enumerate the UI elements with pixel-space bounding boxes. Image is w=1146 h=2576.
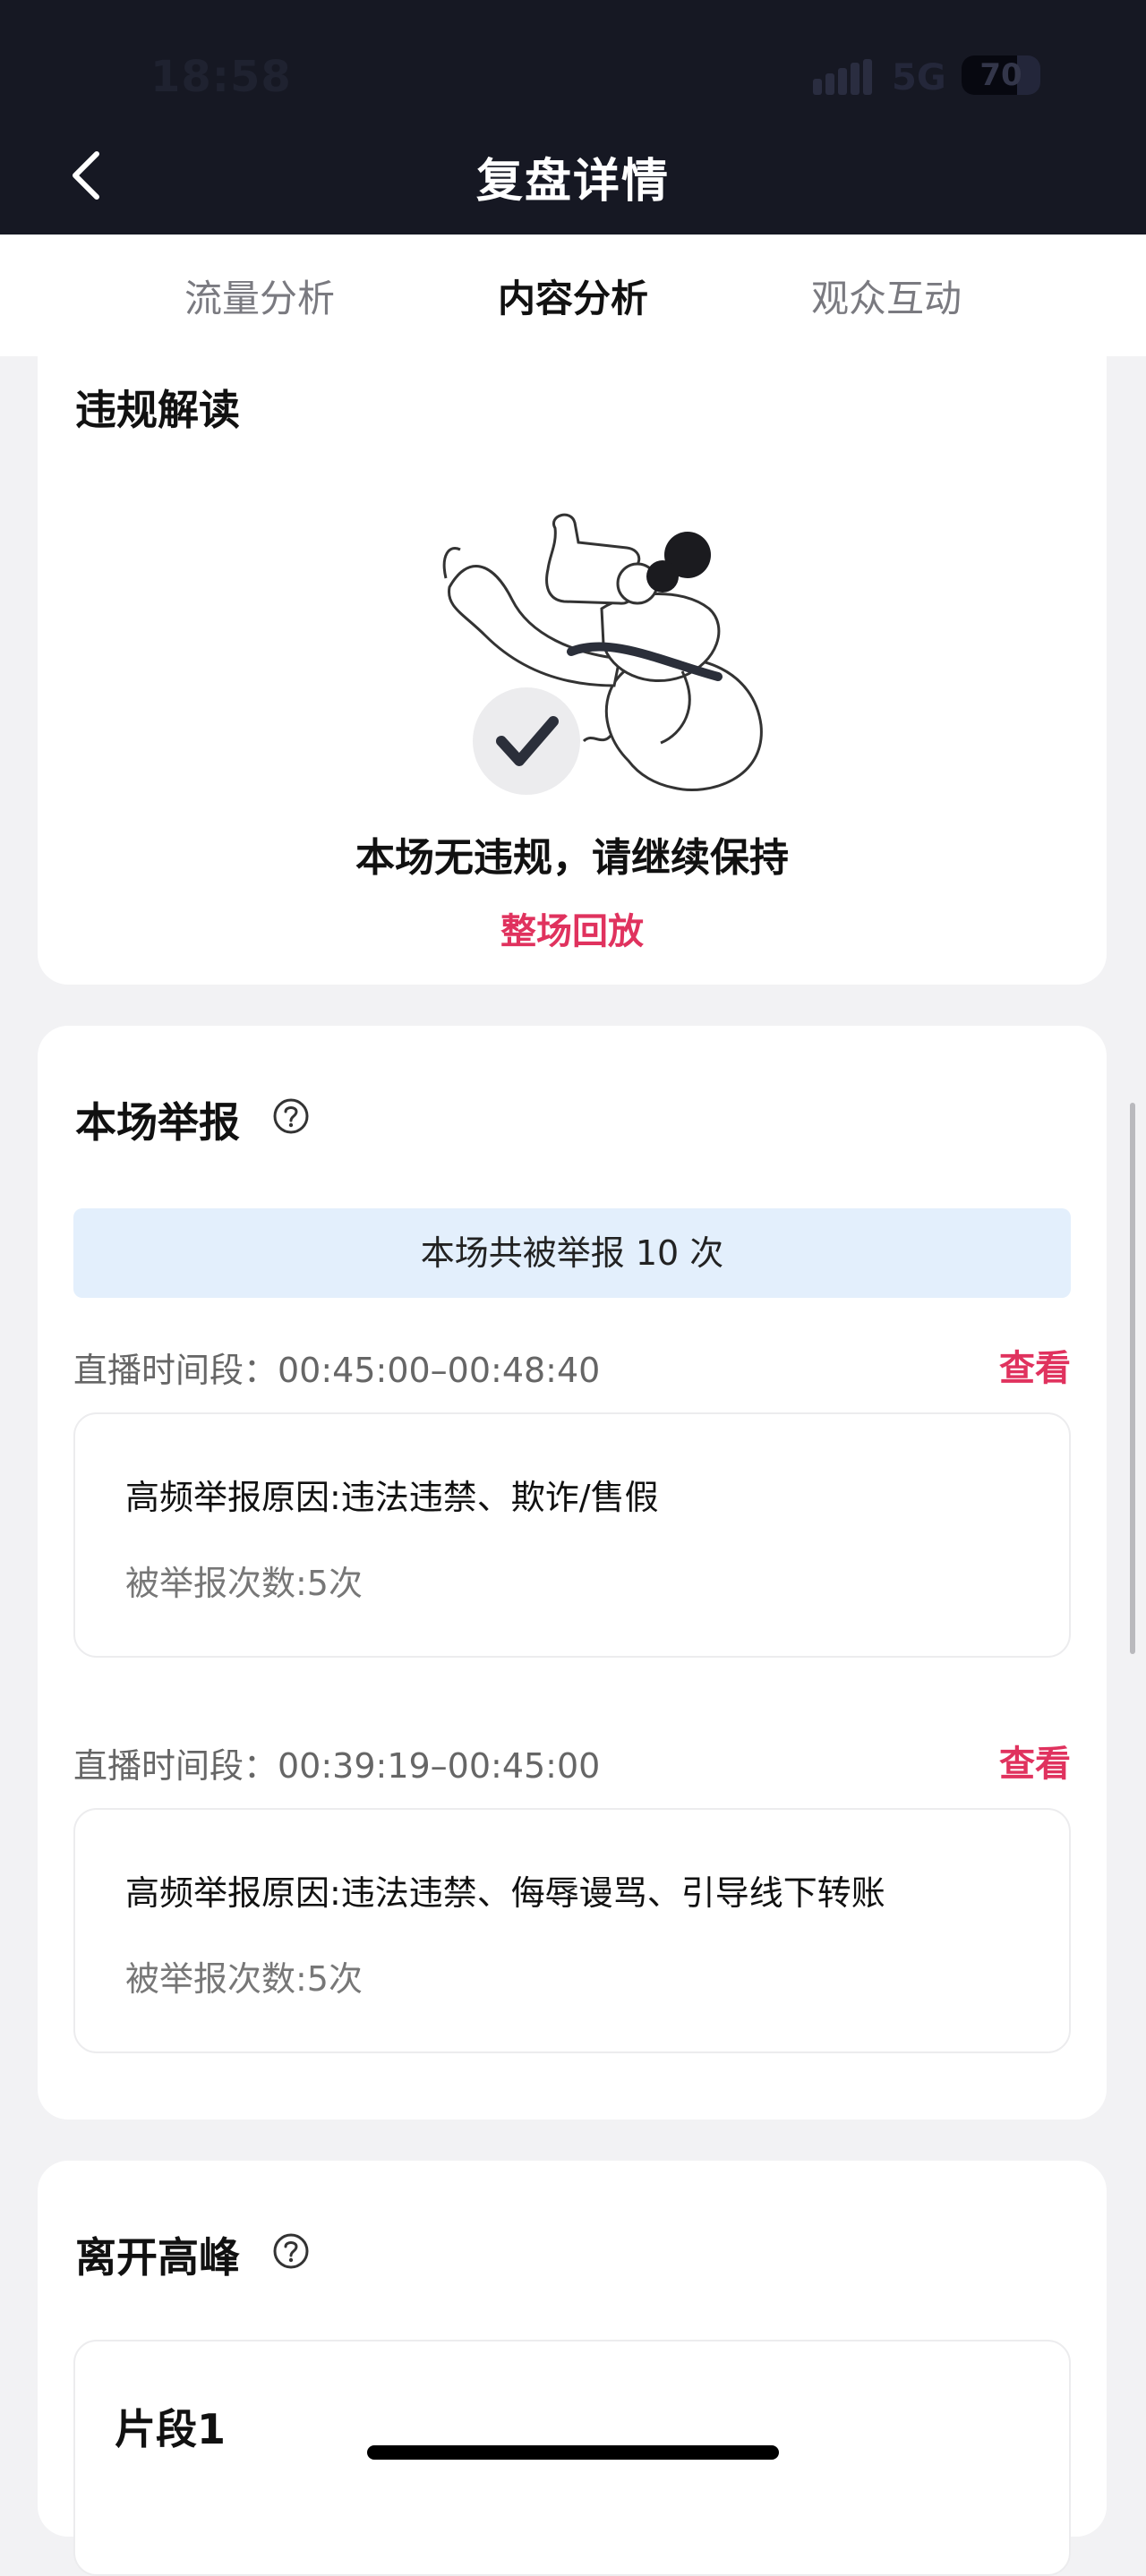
leave-peak-card: 离开高峰 片段1: [38, 2161, 1107, 2576]
report-summary-banner: 本场共被举报 10 次: [73, 1208, 1071, 1298]
report-count: 被举报次数:5次: [125, 1564, 363, 1603]
report-detail-box: 高频举报原因:违法违禁、侮辱谩骂、引导线下转账 被举报次数:5次: [73, 1808, 1071, 2053]
signal-icon: [813, 59, 872, 95]
reports-title: 本场举报: [75, 1098, 240, 1147]
battery-level: 70: [979, 57, 1022, 93]
battery-icon: 70: [962, 55, 1040, 95]
violation-title: 违规解读: [75, 386, 240, 434]
network-type: 5G: [892, 57, 946, 98]
report-reason: 高频举报原因:违法违禁、侮辱谩骂、引导线下转账: [125, 1873, 885, 1913]
header-bar: 18:58 5G 70 复盘详情: [0, 0, 1146, 235]
report-period: 直播时间段：00:39:19–00:45:00: [73, 1746, 601, 1786]
tab-content-analysis[interactable]: 内容分析: [457, 269, 689, 323]
report-period: 直播时间段：00:45:00–00:48:40: [73, 1351, 601, 1390]
leave-peak-title: 离开高峰: [75, 2233, 240, 2282]
full-replay-link[interactable]: 整场回放: [38, 902, 1107, 954]
violation-card: 违规解读 本场无违规，请继续保持 整场回放: [38, 322, 1107, 985]
thumbs-up-check-illustration: [442, 513, 763, 795]
report-reason: 高频举报原因:违法违禁、欺诈/售假: [125, 1478, 659, 1517]
no-violation-message: 本场无违规，请继续保持: [355, 835, 789, 881]
reports-card: 本场举报 本场共被举报 10 次 直播时间段：00:45:00–00:48:40…: [38, 1026, 1107, 2120]
scrollbar[interactable]: [1130, 1103, 1135, 1654]
status-time: 18:58: [150, 52, 292, 102]
report-detail-box: 高频举报原因:违法违禁、欺诈/售假 被举报次数:5次: [73, 1412, 1071, 1658]
page-title: 复盘详情: [475, 155, 670, 209]
report-count: 被举报次数:5次: [125, 1959, 363, 1999]
view-report-link[interactable]: 查看: [999, 1735, 1071, 1787]
home-indicator: [367, 2445, 779, 2460]
view-report-link[interactable]: 查看: [999, 1339, 1071, 1391]
question-circle-icon[interactable]: [272, 2232, 310, 2270]
tab-audience-interaction[interactable]: 观众互动: [770, 269, 1003, 323]
segment-title: 片段1: [115, 2405, 227, 2453]
tab-traffic-analysis[interactable]: 流量分析: [143, 269, 376, 323]
question-circle-icon[interactable]: [272, 1097, 310, 1135]
